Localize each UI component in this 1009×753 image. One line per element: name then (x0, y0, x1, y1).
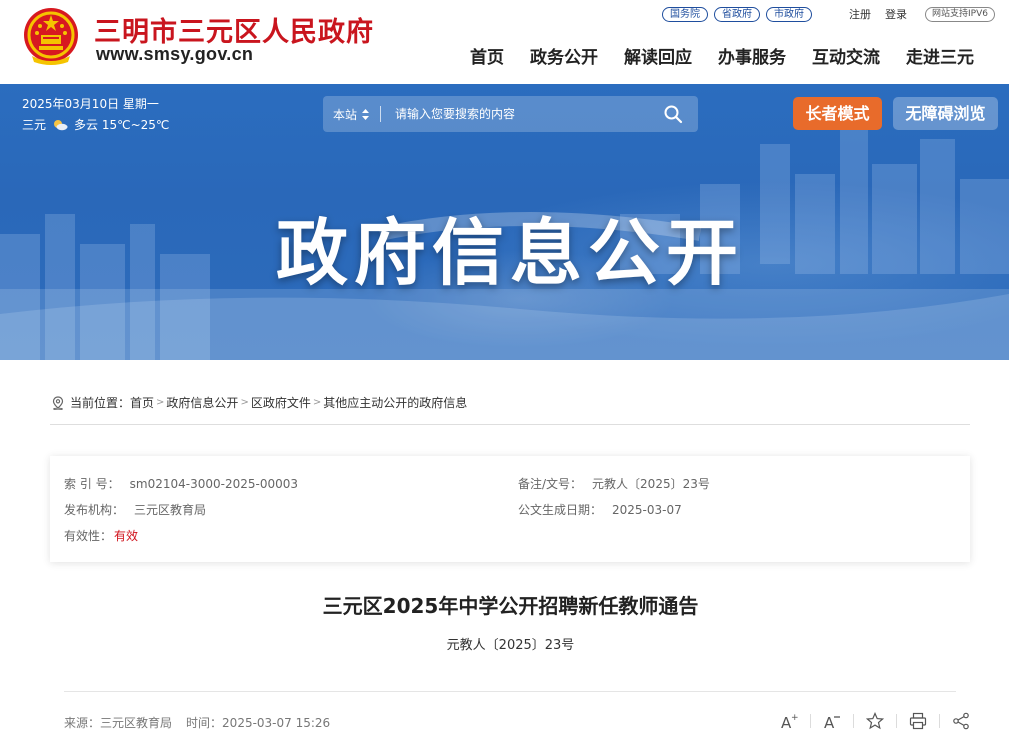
source-label: 来源： (64, 716, 101, 730)
font-decrease-icon[interactable]: A (823, 712, 841, 730)
meta-issuer: 发布机构： 三元区教育局 (64, 501, 206, 518)
breadcrumb-divider (50, 424, 970, 425)
meta-validity-label: 有效性： (64, 529, 113, 543)
partly-cloudy-icon (54, 119, 68, 130)
tool-separator (810, 714, 811, 728)
meta-validity: 有效性： 有效 (64, 527, 138, 544)
favorite-star-icon[interactable] (866, 712, 884, 730)
article-tools: A + A (768, 712, 982, 730)
breadcrumb: 当前位置： 首页 > 政府信息公开 > 区政府文件 > 其他应主动公开的政府信息 (52, 394, 467, 411)
search-input[interactable] (395, 104, 645, 124)
article-title: 三元区2025年中学公开招聘新任教师通告 (322, 594, 699, 618)
meta-created-label: 公文生成日期： (518, 503, 603, 517)
tool-separator (939, 714, 940, 728)
banner-title: 政府信息公开 (275, 211, 744, 295)
link-provincial-gov[interactable]: 省政府 (714, 7, 760, 22)
updown-arrow-icon (362, 109, 370, 120)
svg-text:A: A (824, 714, 835, 730)
tool-separator (853, 714, 854, 728)
ipv6-badge: 网站支持IPV6 (925, 7, 995, 22)
national-emblem-icon[interactable] (22, 6, 80, 66)
meta-doc-number: 备注/文号： 元教人〔2025〕23号 (518, 475, 710, 492)
meta-issuer-value: 三元区教育局 (134, 503, 207, 517)
article-source-line: 来源：三元区教育局 时间：2025-03-07 15:26 (64, 714, 330, 731)
top-links: 国务院 省政府 市政府 (662, 7, 812, 22)
link-state-council[interactable]: 国务院 (662, 7, 708, 22)
source-value: 三元区教育局 (100, 716, 173, 730)
meta-index-label: 索 引 号： (64, 477, 120, 491)
meta-index-value: sm02104-3000-2025-00003 (129, 477, 298, 491)
search-scope-select[interactable]: 本站 (333, 106, 370, 123)
meta-doc-number-value: 元教人〔2025〕23号 (592, 477, 710, 491)
article-divider (64, 691, 956, 692)
nav-services[interactable]: 办事服务 (718, 43, 786, 68)
nav-about-sanyuan[interactable]: 走进三元 (906, 43, 974, 68)
nav-interaction[interactable]: 互动交流 (812, 43, 880, 68)
search-divider (380, 106, 381, 122)
time-label: 时间： (186, 716, 223, 730)
font-increase-icon[interactable]: A + (780, 712, 798, 730)
current-date: 2025年03月10日 星期一 (22, 97, 159, 111)
time-value: 2025-03-07 15:26 (222, 716, 331, 730)
nav-gov-affairs[interactable]: 政务公开 (530, 43, 598, 68)
breadcrumb-other-info[interactable]: 其他应主动公开的政府信息 (323, 394, 467, 411)
meta-validity-value: 有效 (114, 529, 139, 543)
tool-separator (896, 714, 897, 728)
auth-links: 注册 登录 (849, 6, 907, 22)
location-pin-icon (52, 395, 64, 410)
document-meta-box: 索 引 号： sm02104-3000-2025-00003 备注/文号： 元教人〔… (50, 456, 970, 562)
svg-text:+: + (791, 713, 798, 723)
breadcrumb-separator: > (312, 397, 322, 408)
content-card: 当前位置： 首页 > 政府信息公开 > 区政府文件 > 其他应主动公开的政府信息… (23, 360, 998, 753)
search-scope-label: 本站 (333, 108, 358, 122)
search-bar: 本站 (323, 96, 698, 132)
weather-desc: 多云 15℃~25℃ (74, 118, 170, 132)
banner: 2025年03月10日 星期一 三元 多云 15℃~25℃ 本站 长者模式 无障… (0, 84, 1009, 360)
login-link[interactable]: 登录 (885, 6, 907, 22)
breadcrumb-separator: > (156, 397, 165, 408)
weather-info: 三元 多云 15℃~25℃ (22, 116, 169, 133)
breadcrumb-gov-info[interactable]: 政府信息公开 (166, 394, 238, 411)
weather-city: 三元 (22, 118, 47, 132)
meta-issuer-label: 发布机构： (64, 503, 125, 517)
share-icon[interactable] (952, 712, 970, 730)
search-icon[interactable] (663, 104, 683, 124)
accessibility-button[interactable]: 无障碍浏览 (893, 97, 998, 130)
site-domain: www.smsy.gov.cn (96, 44, 254, 64)
meta-created-date: 公文生成日期： 2025-03-07 (518, 501, 682, 518)
article-doc-number: 元教人〔2025〕23号 (446, 638, 575, 653)
link-city-gov[interactable]: 市政府 (766, 7, 812, 22)
nav-home[interactable]: 首页 (470, 43, 504, 68)
register-link[interactable]: 注册 (849, 6, 871, 22)
site-header: 三明市三元区人民政府 www.smsy.gov.cn 国务院 省政府 市政府 注… (0, 0, 1009, 84)
breadcrumb-separator: > (240, 397, 249, 408)
print-icon[interactable] (909, 712, 927, 730)
meta-doc-number-label: 备注/文号： (518, 477, 583, 491)
main-nav: 首页 政务公开 解读回应 办事服务 互动交流 走进三元 (470, 43, 974, 68)
breadcrumb-home[interactable]: 首页 (130, 394, 154, 411)
breadcrumb-district-docs[interactable]: 区政府文件 (251, 394, 311, 411)
nav-interpretation[interactable]: 解读回应 (624, 43, 692, 68)
breadcrumb-prefix: 当前位置： (70, 396, 131, 410)
elder-mode-button[interactable]: 长者模式 (793, 97, 882, 130)
meta-created-value: 2025-03-07 (612, 503, 682, 517)
meta-index: 索 引 号： sm02104-3000-2025-00003 (64, 475, 298, 492)
